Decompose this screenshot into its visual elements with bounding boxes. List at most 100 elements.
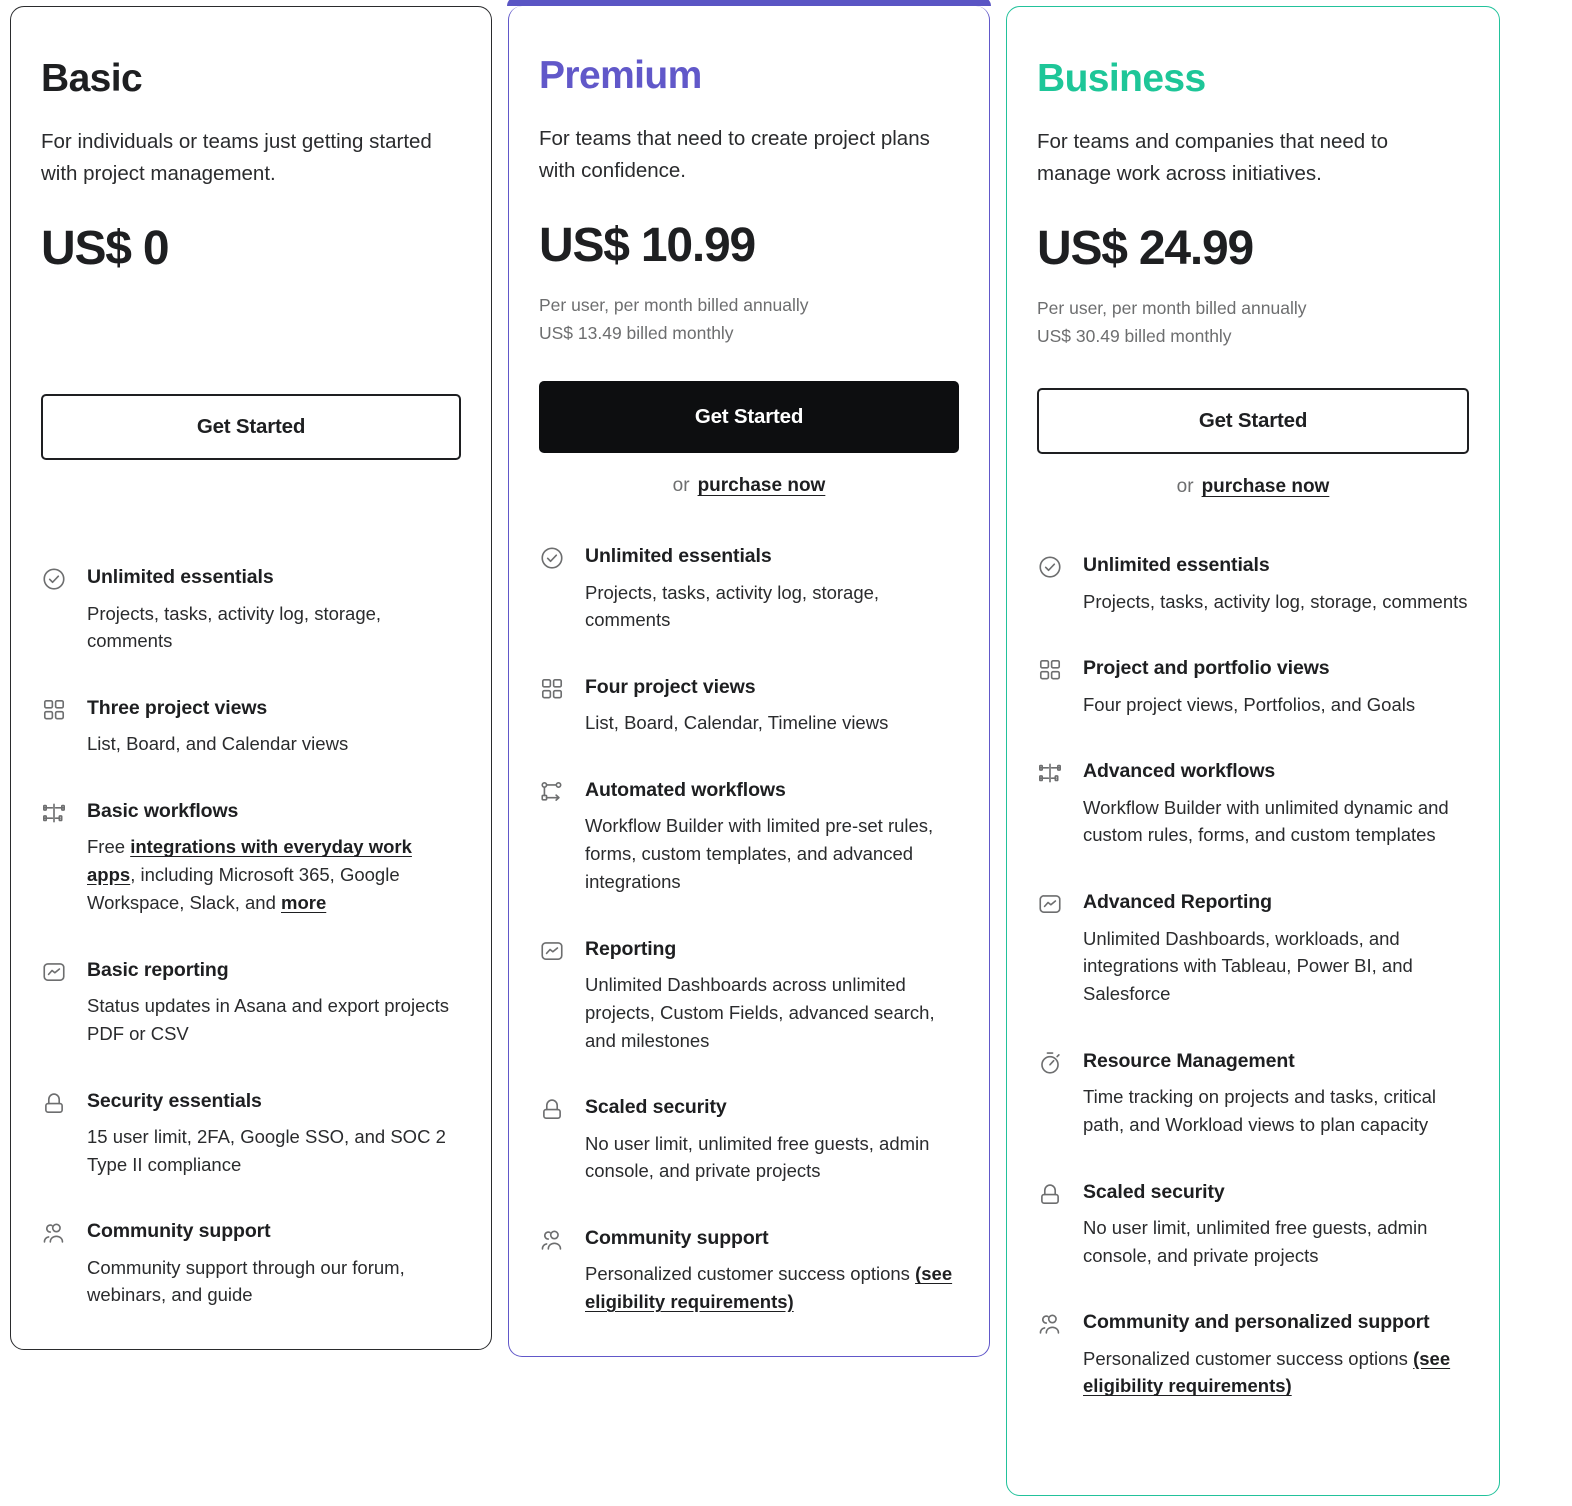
feature-item: Three project views List, Board, and Cale… [41, 695, 461, 758]
workflow-branch-icon [1037, 760, 1063, 786]
people-support-icon [1037, 1311, 1063, 1337]
feature-text: , including Microsoft 365, Google Worksp… [87, 864, 400, 913]
feature-inline-link[interactable]: more [281, 892, 326, 913]
billing-info-business: Per user, per month billed annually US$ 3… [1037, 294, 1469, 350]
purchase-now-link-premium[interactable]: purchase now [698, 475, 826, 496]
lock-icon [539, 1096, 565, 1122]
feature-title: Unlimited essentials [585, 545, 772, 568]
feature-title: Four project views [585, 676, 756, 699]
plan-name-business: Business [1037, 57, 1206, 100]
feature-text: Projects, tasks, activity log, storage, … [1083, 590, 1468, 612]
feature-description: List, Board, and Calendar views [87, 730, 461, 758]
pricing-card-business: Business For teams and companies that nee… [1006, 6, 1500, 1496]
feature-description: Time tracking on projects and tasks, cri… [1083, 1083, 1469, 1139]
feature-text: Workflow Builder with limited pre-set ru… [585, 815, 934, 892]
feature-text: Unlimited Dashboards across unlimited pr… [585, 974, 935, 1051]
feature-item: Unlimited essentials Projects, tasks, act… [539, 543, 959, 634]
feature-text: Status updates in Asana and export proje… [87, 995, 450, 1044]
cta-section-basic: Get Started [41, 394, 461, 510]
feature-item: Advanced workflows Workflow Builder with … [1037, 758, 1469, 849]
grid-views-icon [539, 676, 565, 702]
pricing-plans-grid: Basic For individuals or teams just getti… [0, 0, 1572, 1496]
billing-info-premium: Per user, per month billed annually US$ 1… [539, 291, 959, 347]
plan-description-premium: For teams that need to create project pl… [539, 126, 930, 182]
feature-description: Four project views, Portfolios, and Goal… [1083, 691, 1469, 719]
feature-title: Advanced workflows [1083, 760, 1276, 783]
feature-text: 15 user limit, 2FA, Google SSO, and SOC … [87, 1125, 446, 1175]
feature-title: Resource Management [1083, 1049, 1295, 1072]
purchase-now-row-premium: or purchase now [539, 475, 959, 497]
feature-description: Workflow Builder with limited pre-set ru… [585, 812, 959, 895]
feature-text: Personalized customer success options [585, 1263, 916, 1285]
grid-views-icon [41, 697, 67, 723]
feature-description: List, Board, Calendar, Timeline views [585, 709, 959, 737]
feature-body: Basic reporting Status updates in Asana a… [87, 957, 461, 1048]
feature-description: Workflow Builder with unlimited dynamic … [1083, 794, 1469, 850]
plan-name-basic: Basic [41, 57, 143, 100]
feature-list-premium: Unlimited essentials Projects, tasks, act… [539, 543, 959, 1316]
feature-description: Projects, tasks, activity log, storage, … [585, 579, 959, 635]
feature-text: No user limit, unlimited free guests, ad… [1083, 1216, 1428, 1266]
purchase-now-row-business: or purchase now [1037, 476, 1469, 498]
purchase-now-link-business[interactable]: purchase now [1202, 476, 1330, 497]
feature-list-basic: Unlimited essentials Projects, tasks, act… [41, 564, 461, 1309]
feature-body: Project and portfolio views Four project … [1083, 655, 1469, 718]
feature-body: Automated workflows Workflow Builder with… [585, 777, 959, 896]
feature-description: Unlimited Dashboards across unlimited pr… [585, 971, 959, 1054]
feature-description: 15 user limit, 2FA, Google SSO, and SOC … [87, 1123, 461, 1179]
feature-text: Projects, tasks, activity log, storage, … [585, 581, 880, 631]
pricing-card-premium: Premium For teams that need to create pro… [507, 0, 991, 1357]
reporting-chart-icon [539, 938, 565, 964]
feature-title: Scaled security [1083, 1180, 1225, 1203]
feature-item: Community and personalized support Person… [1037, 1309, 1469, 1400]
get-started-button-business[interactable]: Get Started [1037, 388, 1469, 455]
feature-text: No user limit, unlimited free guests, ad… [585, 1132, 930, 1182]
feature-body: Scaled security No user limit, unlimited … [1083, 1179, 1469, 1270]
or-label-business: or [1176, 476, 1194, 498]
feature-description: Unlimited Dashboards, workloads, and int… [1083, 925, 1469, 1008]
cta-section-premium: Get Started or purchase now [539, 381, 959, 497]
feature-title: Reporting [585, 937, 677, 960]
feature-item: Advanced Reporting Unlimited Dashboards, … [1037, 889, 1469, 1008]
feature-description: Personalized customer success options (s… [1083, 1345, 1469, 1401]
feature-body: Community support Personalized customer s… [585, 1225, 959, 1316]
feature-title: Automated workflows [585, 779, 786, 802]
feature-item: Resource Management Time tracking on proj… [1037, 1048, 1469, 1139]
cta-spacer-basic [41, 460, 461, 510]
get-started-button-premium[interactable]: Get Started [539, 381, 959, 454]
feature-body: Scaled security No user limit, unlimited … [585, 1094, 959, 1185]
feature-description: Free integrations with everyday work app… [87, 833, 461, 916]
feature-description: Status updates in Asana and export proje… [87, 992, 461, 1048]
feature-item: Basic workflows Free integrations with ev… [41, 798, 461, 917]
feature-text: Unlimited Dashboards, workloads, and int… [1083, 927, 1413, 1005]
people-support-icon [41, 1220, 67, 1246]
check-circle-icon [41, 566, 67, 592]
feature-title: Security essentials [87, 1089, 262, 1112]
feature-item: Community support Community support throu… [41, 1218, 461, 1309]
billing-annual-premium: Per user, per month billed annually [539, 295, 809, 316]
feature-text: List, Board, and Calendar views [87, 733, 349, 755]
pricing-card-basic: Basic For individuals or teams just getti… [10, 6, 492, 1351]
feature-description: Community support through our forum, web… [87, 1254, 461, 1310]
grid-views-icon [1037, 657, 1063, 683]
feature-body: Reporting Unlimited Dashboards across unl… [585, 936, 959, 1055]
feature-body: Basic workflows Free integrations with ev… [87, 798, 461, 917]
feature-item: Unlimited essentials Projects, tasks, act… [1037, 552, 1469, 615]
feature-text: Workflow Builder with unlimited dynamic … [1083, 796, 1449, 846]
plan-name-premium: Premium [539, 54, 702, 97]
stopwatch-icon [1037, 1050, 1063, 1076]
feature-item: Community support Personalized customer s… [539, 1225, 959, 1316]
feature-item: Basic reporting Status updates in Asana a… [41, 957, 461, 1048]
feature-item: Scaled security No user limit, unlimited … [539, 1094, 959, 1185]
feature-text: Free [87, 836, 131, 858]
feature-body: Community support Community support throu… [87, 1218, 461, 1309]
feature-item: Four project views List, Board, Calendar,… [539, 674, 959, 737]
feature-item: Automated workflows Workflow Builder with… [539, 777, 959, 896]
feature-body: Three project views List, Board, and Cale… [87, 695, 461, 758]
plan-price-basic: US$ 0 [41, 222, 170, 276]
feature-description: Projects, tasks, activity log, storage, … [87, 600, 461, 656]
feature-description: No user limit, unlimited free guests, ad… [585, 1130, 959, 1186]
automation-nodes-icon [539, 779, 565, 805]
get-started-button-basic[interactable]: Get Started [41, 394, 461, 461]
billing-info-basic [41, 294, 461, 356]
